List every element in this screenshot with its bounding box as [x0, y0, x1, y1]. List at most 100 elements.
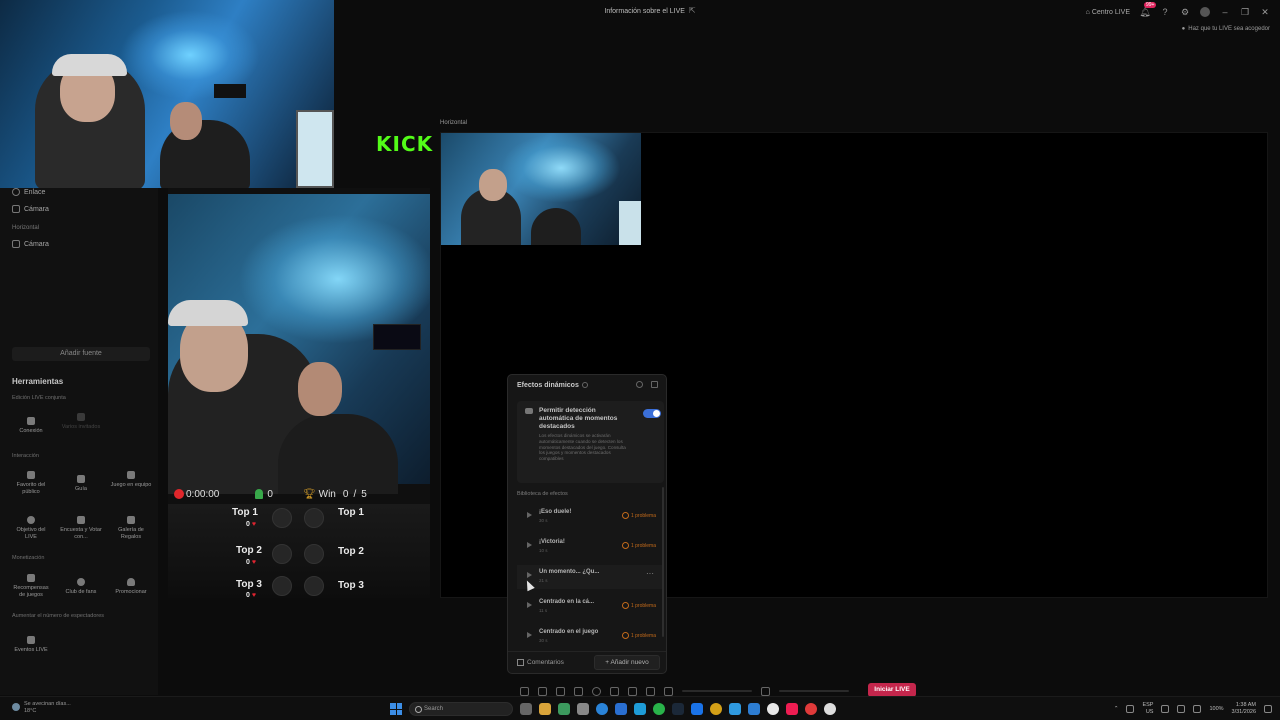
info-icon[interactable] — [581, 382, 588, 389]
sidebar-item-camera[interactable]: Cámara — [12, 205, 49, 213]
steam-icon[interactable] — [672, 703, 684, 715]
play-icon[interactable] — [527, 512, 532, 518]
wifi-icon[interactable] — [1177, 705, 1186, 713]
language-indicator[interactable]: ESP US — [1142, 702, 1153, 716]
tools-title: Herramientas — [12, 377, 64, 386]
avatar[interactable] — [1200, 7, 1210, 17]
tool-favorite[interactable]: Favorito del público — [10, 471, 52, 496]
tray-icon[interactable] — [1126, 705, 1135, 713]
start-live-button[interactable]: Iniciar LIVE — [868, 683, 916, 697]
effect-item[interactable]: ¡Victoria! 10 s 1 problema — [517, 535, 664, 559]
tool-multi-guest: Varios invitados — [60, 413, 102, 431]
app-icon[interactable] — [710, 703, 722, 715]
tool-live-goal[interactable]: Objetivo del LIVE — [10, 516, 52, 541]
share-icon[interactable]: ⇱ — [689, 6, 696, 15]
effect-item[interactable]: ¡Eso duele! 30 s 1 problema — [517, 505, 664, 529]
tool-guide[interactable]: Guía — [60, 475, 102, 493]
sidebar-item-horizontal-camera[interactable]: Cámara — [12, 240, 49, 248]
auto-detect-title: Permitir detección automática de momento… — [539, 407, 618, 430]
app-icon[interactable] — [824, 703, 836, 715]
edge-icon[interactable] — [596, 703, 608, 715]
vertical-preview[interactable]: 0:00:00 0 🏆︎ Win 0 / 5 Top 1 0 ♥ Top 2 0… — [168, 188, 430, 598]
tray-icon[interactable] — [1161, 705, 1170, 713]
app-icon[interactable] — [748, 703, 760, 715]
live-center-link[interactable]: ⌂ Centro LIVE — [1086, 9, 1130, 16]
minimize-icon[interactable]: – — [1220, 7, 1230, 17]
play-icon[interactable] — [527, 632, 532, 638]
weather-text: Se avecinan días... — [24, 701, 71, 707]
auto-detect-toggle[interactable] — [643, 409, 661, 418]
tool-gift-gallery[interactable]: Galería de Regalos — [110, 516, 152, 541]
scrollbar[interactable] — [662, 487, 664, 637]
play-icon[interactable] — [527, 542, 532, 548]
sidebar-item-link[interactable]: Enlace — [12, 188, 45, 196]
speaker-icon[interactable] — [664, 686, 673, 696]
store-icon[interactable] — [577, 703, 589, 715]
cozy-hint[interactable]: ● Haz que tu LIVE sea acogedor — [1182, 26, 1270, 32]
horizontal-camera-feed[interactable] — [441, 133, 641, 245]
tool-collab[interactable]: Conexión — [10, 417, 52, 435]
vertical-camera-feed — [168, 194, 430, 494]
effect-item[interactable]: Centrado en la cá... 11 s 1 problema — [517, 595, 664, 619]
windows-start-icon[interactable] — [390, 703, 402, 715]
effects-icon[interactable] — [538, 686, 547, 696]
magic-icon[interactable] — [520, 686, 529, 696]
system-tray: ⌃ ESP US 100% 1:38 AM 3/31/2026 — [1114, 700, 1272, 718]
tool-game-rewards[interactable]: Recompensas de juegos — [10, 574, 52, 599]
volume-icon[interactable] — [1193, 705, 1202, 713]
play-icon[interactable] — [527, 572, 532, 578]
app-icon[interactable] — [634, 703, 646, 715]
effect-item[interactable]: Un momento... ¿Qu... 21 s ··· — [517, 565, 664, 589]
tool-fan-club[interactable]: Club de fans — [60, 578, 102, 596]
more-options-icon[interactable]: ··· — [646, 569, 654, 578]
tool-poll[interactable]: Encuesta y Votar con... — [60, 516, 102, 541]
app-icon[interactable] — [805, 703, 817, 715]
gear-icon[interactable]: ⚙ — [1180, 7, 1190, 17]
tool-team-game[interactable]: Juego en equipo — [110, 471, 152, 489]
clock[interactable]: 1:38 AM 3/31/2026 — [1232, 702, 1256, 716]
play-icon[interactable] — [527, 602, 532, 608]
filter-icon[interactable] — [556, 686, 565, 696]
chrome-icon[interactable] — [767, 703, 779, 715]
app-icon[interactable] — [729, 703, 741, 715]
battery-level[interactable]: 100% — [1209, 706, 1223, 712]
whatsapp-icon[interactable] — [653, 703, 665, 715]
help-icon[interactable]: ? — [1160, 7, 1170, 17]
effect-warning[interactable]: 1 problema — [622, 632, 656, 639]
taskbar-search[interactable]: Search — [409, 702, 513, 716]
camera-icon[interactable] — [610, 686, 619, 696]
file-explorer-icon[interactable] — [539, 703, 551, 715]
window-title[interactable]: Información sobre el LIVE ⇱ — [560, 6, 740, 15]
auto-detect-description: Los efectos dinámicos se activarán autom… — [539, 433, 626, 462]
task-view-icon[interactable] — [520, 703, 532, 715]
add-new-button[interactable]: + Añadir nuevo — [594, 655, 660, 670]
notifications-icon[interactable] — [1264, 705, 1272, 713]
add-source-button[interactable]: Añadir fuente — [12, 347, 150, 361]
layout-icon[interactable] — [574, 686, 583, 696]
xbox-icon[interactable] — [558, 703, 570, 715]
bell-icon[interactable]: 🔔︎ 99+ — [1139, 2, 1157, 17]
maximize-icon[interactable]: ❐ — [1240, 7, 1250, 17]
heart-icon: ♥ — [251, 592, 257, 598]
effect-warning[interactable]: 1 problema — [622, 542, 656, 549]
popout-icon[interactable] — [651, 381, 658, 388]
weather-widget[interactable]: Se avecinan días... 18°C — [12, 701, 71, 715]
effect-warning[interactable]: 1 problema — [622, 512, 656, 519]
refresh-icon[interactable] — [636, 381, 643, 388]
microphone-icon[interactable] — [761, 686, 770, 696]
volume-slider[interactable] — [682, 690, 752, 692]
mixer-icon[interactable] — [646, 686, 655, 696]
comments-button[interactable]: Comentarios — [517, 659, 564, 666]
effect-item[interactable]: Centrado en el juego 30 s 1 problema — [517, 625, 664, 649]
tool-live-events[interactable]: Eventos LIVE — [10, 636, 52, 654]
close-icon[interactable]: ✕ — [1260, 7, 1270, 17]
mic-slider[interactable] — [779, 690, 849, 692]
effect-warning[interactable]: 1 problema — [622, 602, 656, 609]
mail-icon[interactable] — [615, 703, 627, 715]
tiktok-icon[interactable] — [786, 703, 798, 715]
app-icon[interactable] — [691, 703, 703, 715]
tool-promote[interactable]: Promocionar — [110, 578, 152, 596]
record-icon[interactable] — [592, 686, 601, 696]
more-icon[interactable] — [628, 686, 637, 696]
chevron-up-icon[interactable]: ⌃ — [1114, 706, 1119, 712]
